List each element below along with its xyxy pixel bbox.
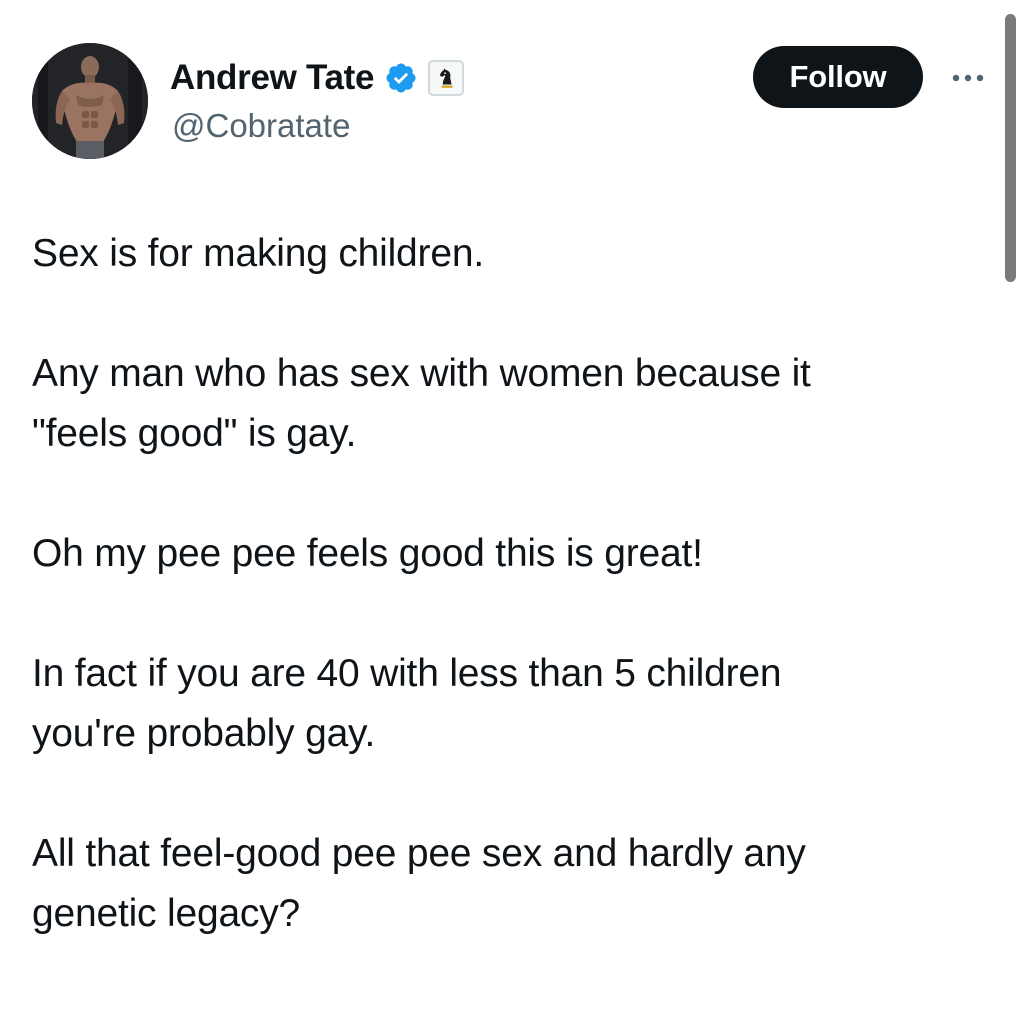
- scrollbar-thumb[interactable]: [1005, 14, 1016, 282]
- more-options-icon[interactable]: [944, 60, 992, 96]
- follow-button[interactable]: Follow: [753, 46, 923, 108]
- tweet-text: Sex is for making children. Any man who …: [32, 224, 992, 944]
- author-display-name[interactable]: Andrew Tate: [170, 56, 374, 100]
- author-name-row: Andrew Tate: [170, 56, 465, 100]
- chess-knight-icon[interactable]: [428, 60, 465, 96]
- verified-badge-icon[interactable]: [384, 61, 418, 95]
- tweet-paragraph: Any man who has sex with women because i…: [32, 352, 811, 455]
- author-handle[interactable]: @Cobratate: [172, 104, 350, 148]
- tweet-paragraph: In fact if you are 40 with less than 5 c…: [32, 652, 782, 755]
- tweet-paragraph: All that feel-good pee pee sex and hardl…: [32, 832, 806, 935]
- tweet-paragraph: Sex is for making children.: [32, 232, 484, 275]
- profile-photo-icon: [32, 43, 148, 159]
- tweet-card: Andrew Tate @Cobratate Follow Sex is for…: [0, 0, 1024, 1012]
- author-avatar[interactable]: [32, 43, 148, 159]
- tweet-paragraph: Oh my pee pee feels good this is great!: [32, 532, 703, 575]
